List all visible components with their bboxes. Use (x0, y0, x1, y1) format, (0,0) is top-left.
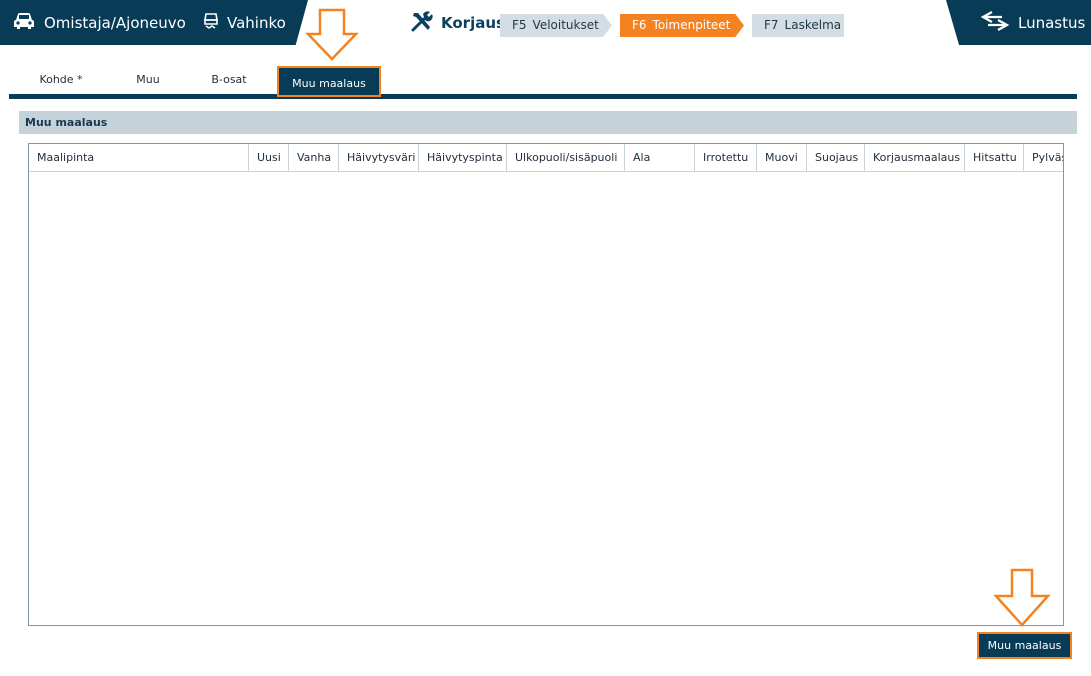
column-header[interactable]: Korjausmaalaus (865, 144, 965, 171)
step-label: Toimenpiteet (652, 18, 731, 32)
nav-owner-vehicle-label: Omistaja/Ajoneuvo (44, 13, 186, 32)
nav-damage-label: Vahinko (227, 13, 286, 32)
column-header[interactable]: Pylväs (1024, 144, 1063, 171)
step-key: F6 (632, 18, 647, 32)
column-header[interactable]: Maalipinta (29, 144, 249, 171)
step-f6-actions[interactable]: F6 Toimenpiteet (620, 14, 744, 37)
column-header[interactable]: Hitsattu (965, 144, 1024, 171)
step-f7-calculation[interactable]: F7 Laskelma (752, 14, 844, 37)
nav-repair[interactable]: Korjaus (410, 0, 505, 45)
annotation-arrow-down-icon (993, 568, 1051, 627)
tab-underline (9, 94, 1077, 99)
section-title: Muu maalaus (19, 111, 1077, 134)
annotation-arrow-down-icon (305, 8, 359, 61)
column-header[interactable]: Ala (625, 144, 695, 171)
column-header[interactable]: Muovi (757, 144, 807, 171)
column-header[interactable]: Uusi (249, 144, 289, 171)
tab-bar: Kohde * Muu B-osat Muu maalaus (9, 65, 1077, 99)
car-icon (12, 11, 44, 35)
paint-grid[interactable]: Maalipinta Uusi Vanha Häivytysväri Häivy… (28, 143, 1064, 626)
step-label: Laskelma (784, 18, 842, 32)
tab-muu[interactable]: Muu (133, 65, 163, 95)
nav-owner-vehicle[interactable]: Omistaja/Ajoneuvo (12, 0, 186, 45)
column-header[interactable]: Irrotettu (695, 144, 757, 171)
wrecked-car-icon (203, 11, 227, 35)
column-header[interactable]: Häivytysväri (339, 144, 419, 171)
step-key: F7 (764, 18, 779, 32)
tab-kohde[interactable]: Kohde * (39, 65, 83, 95)
step-f5-charges[interactable]: F5 Veloitukset (500, 14, 612, 37)
step-label: Veloitukset (532, 18, 599, 32)
nav-damage[interactable]: Vahinko (203, 0, 286, 45)
tools-icon (410, 10, 441, 36)
top-navigation: Omistaja/Ajoneuvo Vahinko Korjaus F5 Velo… (0, 0, 1091, 45)
tab-muu-maalaus[interactable]: Muu maalaus (277, 66, 381, 97)
exchange-arrows-icon (980, 10, 1018, 36)
column-header[interactable]: Vanha (289, 144, 339, 171)
muu-maalaus-button[interactable]: Muu maalaus (977, 632, 1072, 659)
column-header[interactable]: Häivytyspinta (419, 144, 507, 171)
nav-redemption[interactable]: Lunastus (980, 0, 1085, 45)
tab-b-osat[interactable]: B-osat (207, 65, 251, 95)
nav-redemption-label: Lunastus (1018, 13, 1086, 32)
step-key: F5 (512, 18, 527, 32)
nav-repair-label: Korjaus (441, 13, 505, 32)
column-header[interactable]: Suojaus (807, 144, 865, 171)
grid-header: Maalipinta Uusi Vanha Häivytysväri Häivy… (29, 144, 1063, 172)
column-header[interactable]: Ulkopuoli/sisäpuoli (507, 144, 625, 171)
